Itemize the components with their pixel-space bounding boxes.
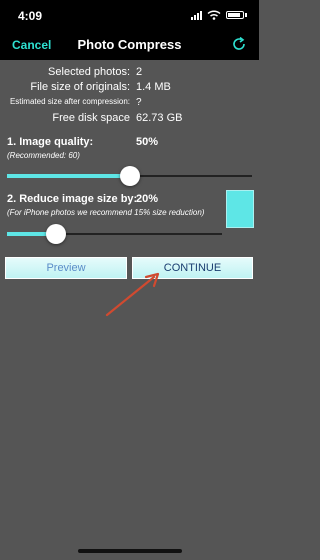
reduce-note: (For iPhone photos we recommend 15% size… [7, 208, 205, 217]
reduce-title: 2. Reduce image size by: [7, 193, 138, 205]
signal-icon [191, 10, 202, 20]
wifi-icon [207, 10, 221, 20]
slider-knob[interactable] [120, 166, 140, 186]
info-label: Free disk space [52, 112, 130, 124]
info-label: Selected photos: [48, 66, 130, 78]
reduce-slider[interactable] [7, 222, 222, 246]
quality-title: 1. Image quality: [7, 136, 94, 148]
info-value: 62.73 GB [136, 112, 183, 124]
battery-cap [245, 13, 247, 17]
preview-thumbnail [226, 190, 254, 228]
continue-button[interactable]: CONTINUE [132, 257, 253, 279]
nav-bar: Cancel Photo Compress [0, 30, 259, 60]
info-label: File size of originals: [30, 81, 130, 93]
reduce-value: 20% [136, 193, 159, 205]
quality-slider[interactable] [7, 164, 252, 188]
preview-button[interactable]: Preview [5, 257, 127, 279]
slider-fill [7, 174, 130, 178]
home-indicator [78, 549, 182, 553]
info-label: Estimated size after compression: [9, 97, 130, 106]
refresh-icon[interactable] [231, 36, 247, 52]
info-value: ? [136, 97, 142, 108]
status-bar: 4:09 [0, 0, 259, 30]
slider-track [130, 175, 252, 177]
info-value: 2 [136, 66, 143, 78]
slider-knob[interactable] [46, 224, 66, 244]
battery-icon [226, 11, 244, 19]
quality-note: (Recommended: 60) [7, 151, 80, 160]
status-icons [191, 10, 247, 20]
slider-track [56, 233, 222, 235]
quality-value: 50% [136, 136, 159, 148]
status-time: 4:09 [18, 9, 43, 23]
info-value: 1.4 MB [136, 81, 171, 93]
page-title: Photo Compress [77, 37, 182, 52]
